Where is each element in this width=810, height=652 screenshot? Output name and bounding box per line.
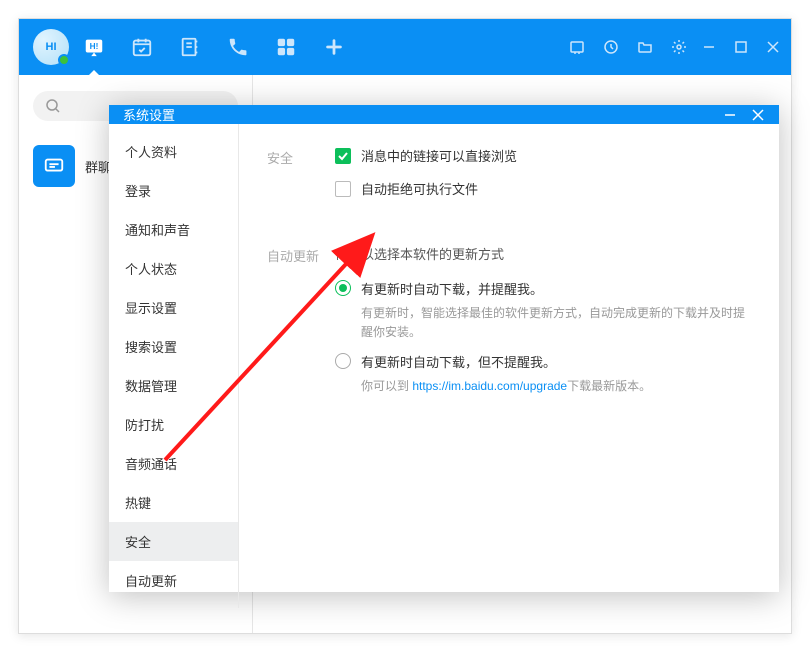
- link-browse-label: 消息中的链接可以直接浏览: [361, 146, 517, 165]
- status-online-dot: [58, 54, 70, 66]
- calendar-tab-icon[interactable]: [131, 36, 153, 58]
- dialog-minimize-button[interactable]: [723, 108, 737, 122]
- svg-text:H!: H!: [90, 42, 99, 51]
- folder-icon[interactable]: [637, 39, 653, 55]
- update-description: 你可以选择本软件的更新方式: [335, 244, 751, 263]
- upgrade-link[interactable]: https://im.baidu.com/upgrade: [412, 379, 567, 393]
- settings-content: 安全 消息中的链接可以直接浏览 自动拒绝可执行文件: [239, 124, 779, 608]
- conversation-name: 群聊: [85, 157, 111, 176]
- chat-tab-icon[interactable]: H!: [83, 36, 105, 58]
- phone-tab-icon[interactable]: [227, 36, 249, 58]
- contacts-tab-icon[interactable]: [179, 36, 201, 58]
- system-icons: [569, 39, 687, 55]
- apps-tab-icon[interactable]: [275, 36, 297, 58]
- main-nav: H!: [83, 36, 345, 58]
- nav-dnd[interactable]: 防打扰: [109, 405, 238, 444]
- update-section: 自动更新 你可以选择本软件的更新方式 有更新时自动下载，并提醒我。 有更新时，智…: [267, 244, 751, 405]
- nav-data[interactable]: 数据管理: [109, 366, 238, 405]
- dialog-close-button[interactable]: [751, 108, 765, 122]
- nav-notifications[interactable]: 通知和声音: [109, 210, 238, 249]
- minimize-button[interactable]: [701, 39, 717, 55]
- screenshot-icon[interactable]: [569, 39, 585, 55]
- settings-nav: 个人资料 登录 通知和声音 个人状态 显示设置 搜索设置 数据管理 防打扰 音频…: [109, 124, 239, 608]
- dialog-body: 个人资料 登录 通知和声音 个人状态 显示设置 搜索设置 数据管理 防打扰 音频…: [109, 124, 779, 608]
- nav-hotkey[interactable]: 热键: [109, 483, 238, 522]
- radio1-label: 有更新时自动下载，并提醒我。: [361, 279, 751, 298]
- radio1-hint: 有更新时，智能选择最佳的软件更新方式，自动完成更新的下载并及时提醒你安装。: [361, 304, 751, 342]
- radio2-hint-suffix: 下载最新版本。: [567, 379, 651, 393]
- settings-icon[interactable]: [671, 39, 687, 55]
- nav-audio[interactable]: 音频通话: [109, 444, 238, 483]
- close-button[interactable]: [765, 39, 781, 55]
- nav-security[interactable]: 安全: [109, 522, 238, 561]
- radio2-hint: 你可以到 https://im.baidu.com/upgrade下载最新版本。: [361, 377, 751, 396]
- radio2-hint-prefix: 你可以到: [361, 379, 412, 393]
- history-icon[interactable]: [603, 39, 619, 55]
- add-tab-icon[interactable]: [323, 36, 345, 58]
- security-section: 安全 消息中的链接可以直接浏览 自动拒绝可执行文件: [267, 146, 751, 212]
- maximize-button[interactable]: [733, 39, 749, 55]
- nav-profile[interactable]: 个人资料: [109, 132, 238, 171]
- group-chat-avatar-icon: [33, 145, 75, 187]
- auto-download-remind-radio[interactable]: [335, 280, 351, 296]
- user-avatar[interactable]: HI: [33, 29, 69, 65]
- auto-download-noremind-radio[interactable]: [335, 353, 351, 369]
- titlebar: HI H!: [19, 19, 791, 75]
- nav-login[interactable]: 登录: [109, 171, 238, 210]
- settings-dialog: 系统设置 个人资料 登录 通知和声音 个人状态 显示设置 搜索设置 数据管理 防…: [109, 105, 779, 592]
- radio2-label: 有更新时自动下载，但不提醒我。: [361, 352, 751, 371]
- avatar-text: HI: [46, 41, 57, 53]
- reject-exe-checkbox[interactable]: [335, 181, 351, 197]
- link-browse-checkbox[interactable]: [335, 148, 351, 164]
- nav-display[interactable]: 显示设置: [109, 288, 238, 327]
- dialog-titlebar: 系统设置: [109, 105, 779, 124]
- update-section-label: 自动更新: [267, 244, 335, 405]
- nav-status[interactable]: 个人状态: [109, 249, 238, 288]
- window-controls: [701, 39, 781, 55]
- nav-update[interactable]: 自动更新: [109, 561, 238, 600]
- security-section-label: 安全: [267, 146, 335, 212]
- nav-search[interactable]: 搜索设置: [109, 327, 238, 366]
- reject-exe-label: 自动拒绝可执行文件: [361, 179, 478, 198]
- dialog-title-text: 系统设置: [123, 105, 175, 124]
